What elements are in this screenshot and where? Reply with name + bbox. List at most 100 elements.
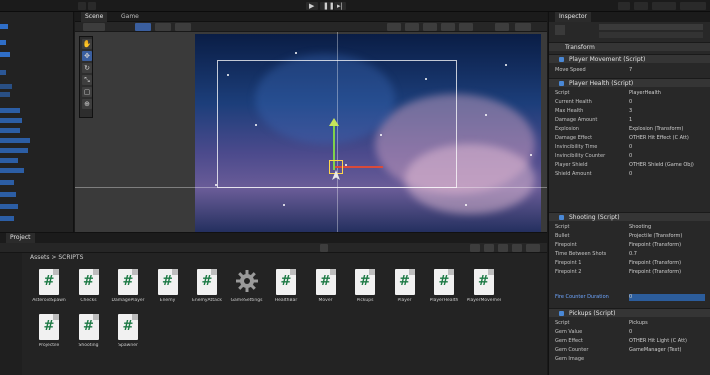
field-label: Current Health: [555, 99, 592, 105]
filter-icon[interactable]: [484, 244, 494, 252]
grid-snap-toggle[interactable]: [175, 23, 191, 31]
field-value[interactable]: 0: [629, 329, 705, 336]
draw-mode-dropdown[interactable]: [83, 23, 105, 31]
asset-item[interactable]: # Projectile: [32, 314, 66, 358]
asset-item[interactable]: # Shooting: [72, 314, 106, 358]
csharp-script-icon: #: [118, 269, 138, 295]
project-folder-tree[interactable]: [0, 253, 22, 375]
move-tool-icon[interactable]: ✥: [82, 51, 92, 61]
tab-scene[interactable]: Scene: [81, 12, 108, 22]
field-value[interactable]: Firepoint (Transform): [629, 269, 705, 276]
asset-item[interactable]: # Checks: [72, 269, 106, 313]
camera-icon[interactable]: [495, 23, 509, 31]
asset-item[interactable]: # Enemy: [151, 269, 185, 313]
field-value[interactable]: Pickups: [629, 320, 705, 327]
csharp-script-icon: #: [276, 269, 296, 295]
field-value[interactable]: Projectile (Transform): [629, 233, 705, 240]
account-icon[interactable]: [78, 2, 86, 10]
field-label: Move Speed: [555, 67, 586, 73]
asset-item[interactable]: # HealthBar: [269, 269, 303, 313]
csharp-script-icon: #: [197, 269, 217, 295]
asset-item[interactable]: # DamagePlayer: [111, 269, 145, 313]
asset-item[interactable]: # PlayerMovement: [467, 269, 501, 313]
field-value[interactable]: 0.7: [629, 251, 705, 258]
field-value[interactable]: 7: [629, 67, 705, 74]
component-enabled-checkbox[interactable]: [559, 311, 564, 316]
asset-item[interactable]: # EnemyAttack: [190, 269, 224, 313]
cloud-icon[interactable]: [88, 2, 96, 10]
gizmos-dropdown[interactable]: [515, 23, 531, 31]
tab-inspector[interactable]: Inspector: [555, 12, 591, 22]
component-enabled-checkbox[interactable]: [559, 57, 564, 62]
field-value[interactable]: [629, 356, 705, 363]
shooting-header[interactable]: Shooting (Script): [549, 212, 710, 221]
pickups-header[interactable]: Pickups (Script): [549, 308, 710, 317]
asset-item[interactable]: # Pickups: [348, 269, 382, 313]
history-icon[interactable]: [618, 2, 630, 10]
asset-item[interactable]: GameSettings: [230, 269, 264, 313]
local-toggle[interactable]: [155, 23, 171, 31]
field-value[interactable]: OTHER Hit Effect (C Att): [629, 135, 705, 142]
field-value[interactable]: 0: [629, 171, 705, 178]
transform-header[interactable]: Transform: [549, 42, 710, 51]
scale-tool-icon[interactable]: ⤡: [82, 75, 92, 85]
asset-label: AsteroidSpawn: [32, 298, 66, 303]
field-value[interactable]: PlayerHealth: [629, 90, 705, 97]
transform-tool-icon[interactable]: ⊕: [82, 99, 92, 109]
player-movement-header[interactable]: Player Movement (Script): [549, 54, 710, 63]
field-value[interactable]: 0: [629, 144, 705, 151]
field-value[interactable]: 3: [629, 108, 705, 115]
field-label: Invincibility Time: [555, 144, 598, 150]
field-value[interactable]: GameManager (Text): [629, 347, 705, 354]
breadcrumb[interactable]: Assets > SCRIPTS: [30, 253, 83, 263]
layers-dropdown[interactable]: [652, 2, 676, 10]
pause-button[interactable]: ❚❚: [320, 2, 335, 10]
asset-item[interactable]: # Player: [388, 269, 422, 313]
field-value[interactable]: OTHER Hit Light (C Att): [629, 338, 705, 345]
rect-tool-icon[interactable]: ▢: [82, 87, 92, 97]
eye-icon[interactable]: [470, 244, 480, 252]
2d-toggle[interactable]: [387, 23, 401, 31]
search-icon[interactable]: [634, 2, 648, 10]
object-name-field[interactable]: [599, 24, 703, 30]
rotate-tool-icon[interactable]: ↻: [82, 63, 92, 73]
component-enabled-checkbox[interactable]: [559, 215, 564, 220]
field-value[interactable]: 0: [629, 99, 705, 106]
star-icon[interactable]: [512, 244, 522, 252]
component-enabled-checkbox[interactable]: [559, 81, 564, 86]
hand-tool-icon[interactable]: ✋: [82, 39, 92, 49]
asset-item[interactable]: # Mover: [309, 269, 343, 313]
tab-game[interactable]: Game: [117, 12, 143, 22]
audio-toggle[interactable]: [423, 23, 437, 31]
pivot-toggle[interactable]: [135, 23, 151, 31]
tag-layer-row[interactable]: [599, 32, 703, 38]
layout-dropdown[interactable]: [680, 2, 706, 10]
field-value[interactable]: 0: [629, 153, 705, 160]
player-health-header[interactable]: Player Health (Script): [549, 78, 710, 87]
lighting-toggle[interactable]: [405, 23, 419, 31]
asset-item[interactable]: # PlayerHealth: [427, 269, 461, 313]
scene-view[interactable]: ✋ ✥ ↻ ⤡ ▢ ⊕: [75, 22, 547, 232]
field-value[interactable]: Explosion (Transform): [629, 126, 705, 133]
effects-toggle[interactable]: [441, 23, 455, 31]
field-value[interactable]: OTHER Shield (Game Obj): [629, 162, 705, 169]
csharp-script-icon: #: [39, 269, 59, 295]
field-label: Script: [555, 320, 570, 326]
asset-item[interactable]: # Spawner: [111, 314, 145, 358]
asset-item[interactable]: # AsteroidSpawn: [32, 269, 66, 313]
field-label: Shield Amount: [555, 171, 592, 177]
field-label: Firepoint: [555, 242, 577, 248]
field-value[interactable]: Shooting: [629, 224, 705, 231]
field-value[interactable]: 0: [629, 294, 705, 301]
step-button[interactable]: ▸|: [334, 2, 346, 10]
field-value[interactable]: 1: [629, 117, 705, 124]
hidden-objects-toggle[interactable]: [459, 23, 473, 31]
csharp-script-icon: #: [157, 269, 178, 295]
field-value[interactable]: Firepoint (Transform): [629, 242, 705, 249]
tab-project[interactable]: Project: [6, 233, 35, 243]
label-icon[interactable]: [498, 244, 508, 252]
field-value[interactable]: Firepoint (Transform): [629, 260, 705, 267]
zoom-slider[interactable]: [526, 244, 540, 252]
add-icon[interactable]: [320, 244, 328, 252]
play-button[interactable]: ▶: [306, 2, 318, 10]
